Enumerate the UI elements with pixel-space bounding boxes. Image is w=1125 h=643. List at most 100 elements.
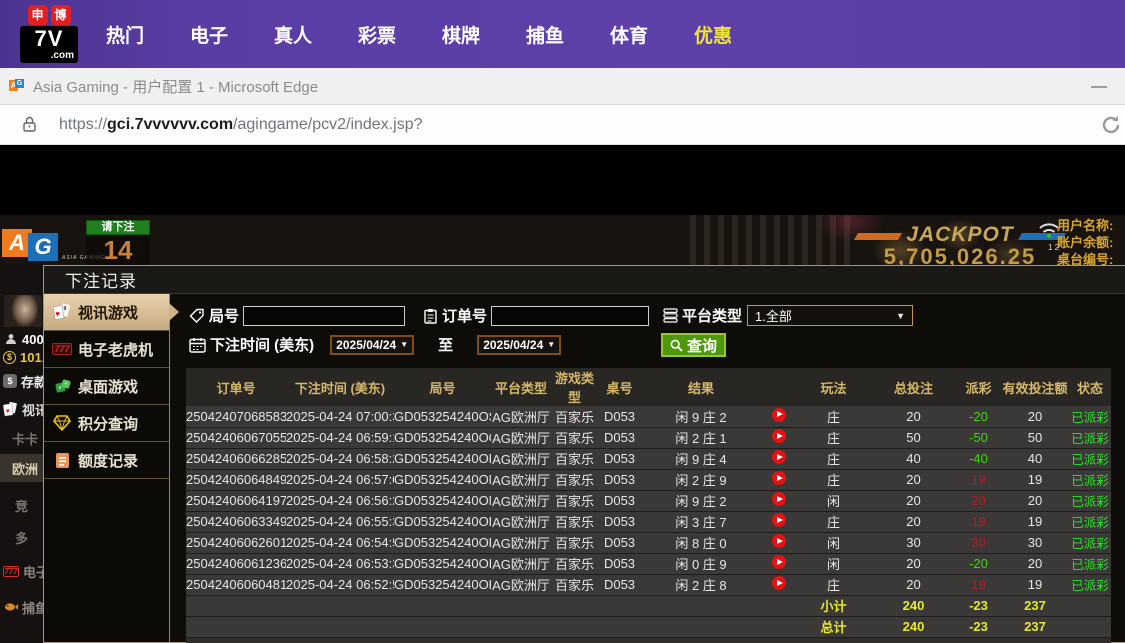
cell-platform: AG欧洲厅 (491, 553, 551, 575)
play-video-button[interactable] (771, 471, 786, 485)
cell-result: 闲 9 庄 2 (641, 406, 761, 428)
cell-valid-bet: 30 (1001, 532, 1069, 554)
hall-kaka-label[interactable]: 卡卡 (3, 429, 38, 448)
nav-item-sports[interactable]: 体育 (609, 21, 649, 48)
sidebar-item-slot-machines[interactable]: 777 电子老虎机 (44, 331, 169, 368)
play-video-button[interactable] (771, 555, 786, 569)
cell-payout: -40 (956, 448, 1001, 470)
nav-item-hot[interactable]: 热门 (105, 21, 145, 48)
play-video-button[interactable] (771, 429, 786, 443)
nav-item-chess[interactable]: 棋牌 (441, 21, 481, 48)
nav-item-lottery[interactable]: 彩票 (357, 21, 397, 48)
table-row: 250424060612361 2025-04-24 06:53:37 GD05… (186, 553, 1111, 575)
cards-icon: ♥ (3, 401, 18, 417)
bet-table-body: 250424070685833 2025-04-24 07:00:33 GD05… (186, 406, 1111, 596)
cell-table: D053 (598, 574, 641, 596)
bet-records-modal: 下注记录 9 ♥ 视讯游戏 777 电子老虎机 桌面游戏 积分查询 额度记录 局… (43, 265, 1125, 643)
play-video-button[interactable] (771, 450, 786, 464)
play-video-button[interactable] (771, 534, 786, 548)
cell-valid-bet: 20 (1001, 490, 1069, 512)
cell-status: 已派彩 (1069, 469, 1111, 491)
cell-platform: AG欧洲厅 (491, 490, 551, 512)
platform-select[interactable]: 1.全部 ▼ (747, 305, 914, 326)
date-from-picker[interactable]: 2025/04/24 ▼ (330, 334, 415, 355)
nav-item-promo[interactable]: 优惠 (693, 21, 733, 48)
cell-playtype: 庄 (796, 574, 871, 596)
site-logo[interactable]: 申 博 7V .com (20, 5, 78, 63)
col-time: 下注时间 (美东) (286, 368, 394, 406)
cell-platform: AG欧洲厅 (491, 511, 551, 533)
fishing-king-label[interactable]: 捕鱼王 (22, 598, 43, 617)
user-id: 4003 (22, 331, 43, 347)
tag-icon (189, 308, 205, 324)
subtotal-label: 小计 (796, 595, 871, 617)
sidebar-item-credit-records[interactable]: 额度记录 (44, 442, 169, 479)
sidebar-item-video-games[interactable]: 9 ♥ 视讯游戏 (44, 294, 179, 331)
order-label-text: 订单号 (442, 308, 488, 325)
hall-duo-label[interactable]: 多 (3, 528, 28, 547)
modal-sidebar: 9 ♥ 视讯游戏 777 电子老虎机 桌面游戏 积分查询 额度记录 (44, 294, 179, 642)
round-input[interactable] (243, 305, 406, 326)
logo-com-text: .com (50, 50, 74, 61)
site-navbar: 申 博 7V .com 热门 电子 真人 彩票 棋牌 捕鱼 体育 优惠 (0, 0, 1125, 68)
refresh-icon[interactable] (1099, 113, 1123, 137)
svg-text:♥: ♥ (6, 408, 10, 415)
deposit-icon: $ (3, 374, 17, 388)
filter-row-2: 下注时间 (美东) 2025/04/24 ▼ 至 2025/04/24 ▼ (189, 334, 1125, 355)
cell-play-video (761, 448, 796, 470)
cell-platform: AG欧洲厅 (491, 427, 551, 449)
table-header-row: 订单号 下注时间 (美东) 局号 平台类型 游戏类型 桌号 结果 玩法 总投注 … (186, 368, 1111, 406)
cell-round: GD053254240OQ (394, 427, 491, 449)
cell-valid-bet: 20 (1001, 406, 1069, 428)
hall-europe-label[interactable]: 欧洲 (3, 459, 38, 478)
minimize-button[interactable]: — (1085, 68, 1113, 105)
cell-payout: -20 (956, 406, 1001, 428)
nav-item-live[interactable]: 真人 (273, 21, 313, 48)
cell-time: 2025-04-24 06:52:51 (286, 574, 394, 596)
subtotal-valid: 237 (1001, 595, 1069, 617)
slot-games-label[interactable]: 电子游戏 (23, 562, 43, 581)
cell-play-video (761, 553, 796, 575)
cell-playtype: 庄 (796, 511, 871, 533)
platform-label: 平台类型 (663, 305, 742, 326)
nav-item-fishing[interactable]: 捕鱼 (525, 21, 565, 48)
play-video-button[interactable] (771, 576, 786, 590)
order-input[interactable] (491, 305, 650, 326)
subtotal-payout: -23 (956, 595, 1001, 617)
sidebar-item-table-games[interactable]: 桌面游戏 (44, 368, 169, 405)
cell-result: 闲 0 庄 9 (641, 553, 761, 575)
cell-order: 250424060633493 (186, 511, 286, 533)
play-video-button[interactable] (771, 513, 786, 527)
cell-platform: AG欧洲厅 (491, 469, 551, 491)
user-icon (3, 332, 18, 347)
col-total-bet: 总投注 (871, 368, 956, 406)
lock-icon[interactable] (22, 116, 37, 133)
video-tab-label[interactable]: 视讯 (22, 400, 43, 419)
play-video-button[interactable] (771, 407, 786, 422)
cell-result: 闲 8 庄 0 (641, 532, 761, 554)
table-row: 250424060670552 2025-04-24 06:59:11 GD05… (186, 427, 1111, 449)
hall-jing-label[interactable]: 竞 (3, 496, 28, 515)
svg-text:9: 9 (64, 306, 67, 312)
cell-game: 百家乐 (551, 574, 598, 596)
play-video-button[interactable] (771, 492, 786, 506)
cell-valid-bet: 50 (1001, 427, 1069, 449)
search-button[interactable]: 查询 (661, 333, 727, 357)
cell-payout: -50 (956, 427, 1001, 449)
cell-platform: AG欧洲厅 (491, 448, 551, 470)
url-host: gci.7vvvvvv.com (107, 115, 234, 133)
casino-strip: A G ASIA GAMING 请下注 14 JACKPOT 5,705,026… (0, 215, 1125, 265)
filters: 局号 订单号 平台类型 1.全部 ▼ 下注时间 (美东) 2025/04/24 … (170, 294, 1125, 368)
sidebar-item-label: 电子老虎机 (78, 341, 154, 359)
nav-item-slots[interactable]: 电子 (189, 21, 229, 48)
cell-result: 闲 2 庄 1 (641, 427, 761, 449)
url-field[interactable]: https://gci.7vvvvvv.com/agingame/pcv2/in… (59, 116, 423, 134)
col-round: 局号 (394, 368, 491, 406)
cell-play-video (761, 469, 796, 491)
chevron-down-icon: ▼ (400, 340, 409, 349)
sidebar-item-points-query[interactable]: 积分查询 (44, 405, 169, 442)
date-to-picker[interactable]: 2025/04/24 ▼ (477, 334, 562, 355)
order-label: 订单号 (423, 305, 487, 326)
deposit-label[interactable]: 存款 (21, 372, 43, 391)
play-icon (776, 579, 783, 586)
